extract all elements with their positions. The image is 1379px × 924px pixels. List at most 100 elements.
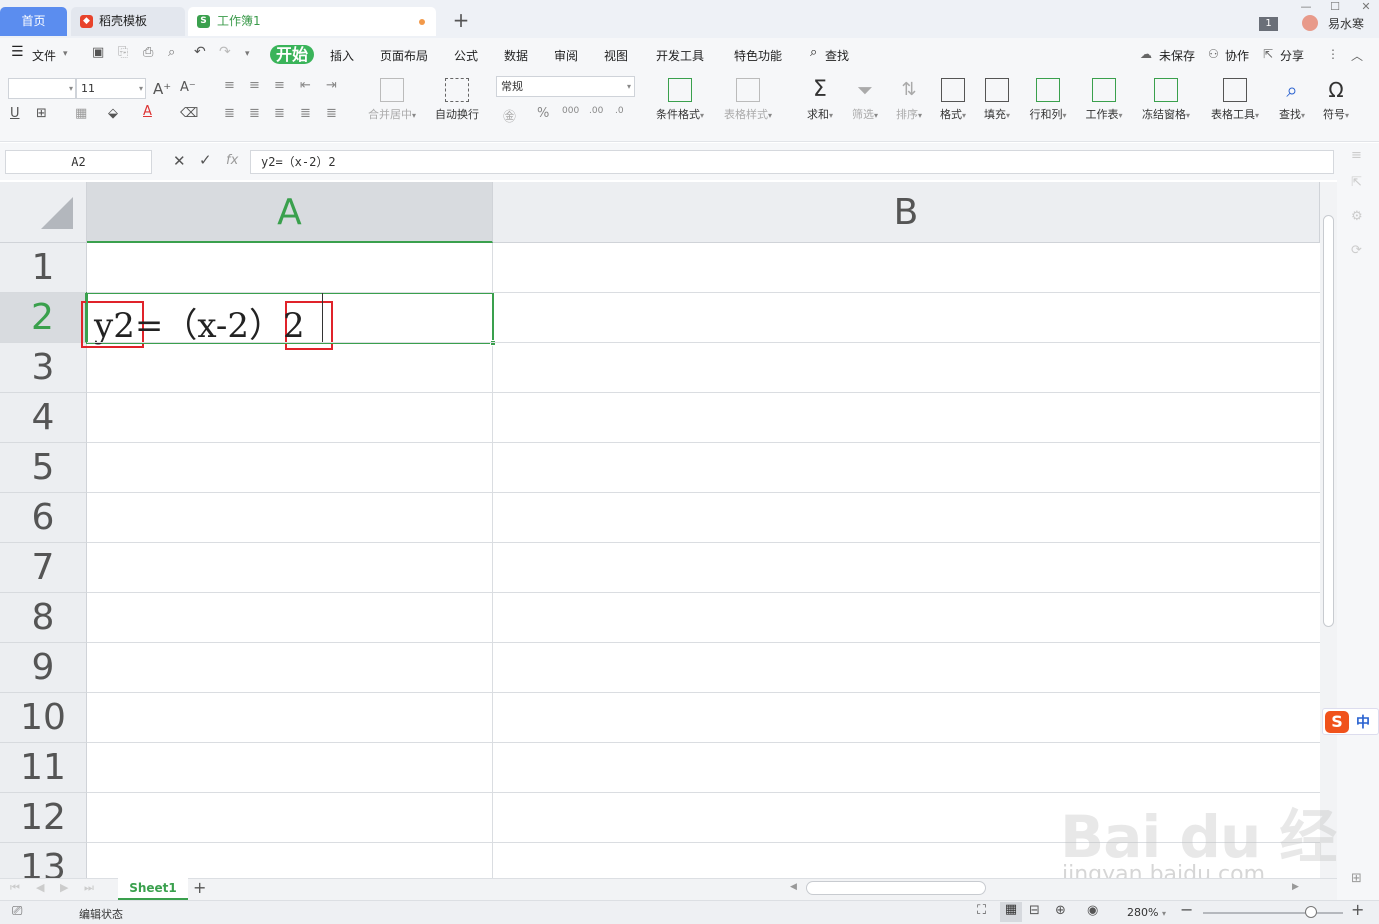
window-count-badge[interactable]: 1 xyxy=(1259,17,1278,31)
symbol-button[interactable]: Ω 符号▾ xyxy=(1317,78,1355,122)
underline-icon[interactable]: U xyxy=(10,106,20,121)
last-sheet-icon[interactable]: ⏭ xyxy=(84,881,94,895)
menu-insert[interactable]: 插入 xyxy=(330,47,354,64)
cond-format-button[interactable]: 条件格式▾ xyxy=(650,78,710,122)
row-header-12[interactable]: 12 xyxy=(0,793,87,843)
decrease-decimal-icon[interactable]: .0 xyxy=(615,106,624,116)
fullscreen-icon[interactable]: ⛶ xyxy=(977,903,986,918)
avatar[interactable] xyxy=(1302,15,1318,31)
fill-handle[interactable] xyxy=(490,340,496,346)
print-icon[interactable]: ⎙ xyxy=(143,45,153,60)
vertical-scroll-thumb[interactable] xyxy=(1323,215,1334,627)
row-header-6[interactable]: 6 xyxy=(0,493,87,543)
row-col-button[interactable]: 行和列▾ xyxy=(1024,78,1072,122)
sheet-tab-sheet1[interactable]: Sheet1 xyxy=(118,878,188,900)
font-grow-icon[interactable]: A⁺ xyxy=(153,80,171,98)
macro-icon[interactable]: ⎚ xyxy=(12,904,22,919)
tab-template[interactable]: ◆ 稻壳模板 xyxy=(71,7,185,36)
thousands-button[interactable]: 000 xyxy=(562,106,579,116)
zoom-in-button[interactable]: + xyxy=(1351,900,1364,919)
backup-icon[interactable]: ⟳ xyxy=(1351,243,1362,258)
column-header-b[interactable]: B xyxy=(493,182,1320,243)
increase-decimal-icon[interactable]: .00 xyxy=(589,106,603,116)
eye-protection-icon[interactable]: ◉ xyxy=(1087,903,1098,918)
tab-workbook[interactable]: S 工作簿1 xyxy=(188,7,436,36)
row-header-7[interactable]: 7 xyxy=(0,543,87,593)
save-icon[interactable]: ▣ xyxy=(92,45,104,60)
sum-button[interactable]: Σ 求和▾ xyxy=(803,78,837,122)
currency-icon[interactable]: ㊎ xyxy=(503,106,516,125)
row-header-11[interactable]: 11 xyxy=(0,743,87,793)
row-header-5[interactable]: 5 xyxy=(0,443,87,493)
number-format-select[interactable]: 常规 ▾ xyxy=(496,76,635,97)
font-name-select[interactable]: ▾ xyxy=(8,78,76,99)
align-middle-icon[interactable]: ≡ xyxy=(249,78,260,93)
menu-review[interactable]: 审阅 xyxy=(554,47,578,64)
page-layout-view-icon[interactable]: ⊕ xyxy=(1055,903,1066,918)
collapse-ribbon-icon[interactable]: ︿ xyxy=(1351,47,1363,64)
undo-icon[interactable]: ↶ xyxy=(194,44,206,60)
confirm-icon[interactable]: ✓ xyxy=(199,151,212,169)
percent-button[interactable]: % xyxy=(537,106,549,121)
worksheet-button[interactable]: 工作表▾ xyxy=(1080,78,1128,122)
align-left-icon[interactable]: ≣ xyxy=(224,106,235,121)
share-button[interactable]: 分享 xyxy=(1280,47,1304,64)
horizontal-scroll-thumb[interactable] xyxy=(806,881,986,895)
redo-icon[interactable]: ↷ xyxy=(219,44,231,60)
export-icon[interactable]: ⎘ xyxy=(118,45,128,60)
menu-search[interactable]: 查找 xyxy=(825,47,849,64)
menu-formula[interactable]: 公式 xyxy=(454,47,478,64)
menu-start[interactable]: 开始 xyxy=(270,45,314,64)
table-style-button[interactable]: 表格样式▾ xyxy=(718,78,778,122)
select-icon[interactable]: ⇱ xyxy=(1351,175,1362,190)
page-break-view-icon[interactable]: ⊟ xyxy=(1029,903,1040,918)
zoom-slider-knob[interactable] xyxy=(1305,906,1317,918)
collab-button[interactable]: 协作 xyxy=(1225,47,1249,64)
scroll-left-icon[interactable]: ◀ xyxy=(790,882,797,892)
add-sheet-button[interactable]: + xyxy=(193,878,206,897)
distribute-icon[interactable]: ≣ xyxy=(326,106,337,121)
column-header-a[interactable]: A xyxy=(87,182,493,243)
more-icon[interactable]: ⋮ xyxy=(1327,47,1339,61)
row-header-9[interactable]: 9 xyxy=(0,643,87,693)
settings-icon[interactable]: ⚙ xyxy=(1351,209,1363,224)
row-header-2[interactable]: 2 xyxy=(0,293,87,343)
menu-data[interactable]: 数据 xyxy=(504,47,528,64)
fx-icon[interactable]: fx xyxy=(226,153,238,168)
align-center-icon[interactable]: ≣ xyxy=(249,106,260,121)
quick-access-dropdown-icon[interactable]: ▾ xyxy=(245,49,250,59)
row-header-3[interactable]: 3 xyxy=(0,343,87,393)
name-box[interactable]: A2 xyxy=(5,150,152,174)
chevron-down-icon[interactable]: ▾ xyxy=(63,49,68,59)
freeze-panes-button[interactable]: 冻结窗格▾ xyxy=(1136,78,1196,122)
table-tools-button[interactable]: 表格工具▾ xyxy=(1204,78,1266,122)
row-header-4[interactable]: 4 xyxy=(0,393,87,443)
row-header-8[interactable]: 8 xyxy=(0,593,87,643)
username[interactable]: 易水寒 xyxy=(1328,15,1364,32)
menu-special[interactable]: 特色功能 xyxy=(734,47,782,64)
zoom-slider[interactable] xyxy=(1203,912,1343,914)
justify-icon[interactable]: ≣ xyxy=(300,106,311,121)
align-right-icon[interactable]: ≣ xyxy=(274,106,285,121)
outdent-icon[interactable]: ⇤ xyxy=(300,78,311,93)
zoom-out-button[interactable]: − xyxy=(1180,900,1193,919)
font-shrink-icon[interactable]: A⁻ xyxy=(180,80,196,95)
fill-color-icon[interactable]: ⬙ xyxy=(108,106,118,121)
hamburger-icon[interactable]: ☰ xyxy=(11,44,24,60)
align-top-icon[interactable]: ≡ xyxy=(224,78,235,93)
fill-pattern-icon[interactable]: ▦ xyxy=(75,106,87,121)
clear-format-icon[interactable]: ⌫ xyxy=(180,106,198,121)
indent-icon[interactable]: ⇥ xyxy=(326,78,337,93)
formula-input[interactable]: y2=（x-2）2 xyxy=(250,150,1334,174)
close-button[interactable]: ✕ xyxy=(1360,0,1372,13)
unsaved-status[interactable]: 未保存 xyxy=(1159,47,1195,64)
row-header-1[interactable]: 1 xyxy=(0,243,87,293)
menu-file[interactable]: 文件 xyxy=(32,47,56,64)
scroll-right-icon[interactable]: ▶ xyxy=(1292,882,1299,892)
cancel-icon[interactable]: ✕ xyxy=(173,152,186,170)
format-button[interactable]: 格式▾ xyxy=(935,78,971,122)
wrap-text-button[interactable]: 自动换行 xyxy=(430,78,484,122)
font-color-icon[interactable]: A xyxy=(143,104,152,119)
font-size-select[interactable]: 11 ▾ xyxy=(76,78,146,99)
menu-view[interactable]: 视图 xyxy=(604,47,628,64)
